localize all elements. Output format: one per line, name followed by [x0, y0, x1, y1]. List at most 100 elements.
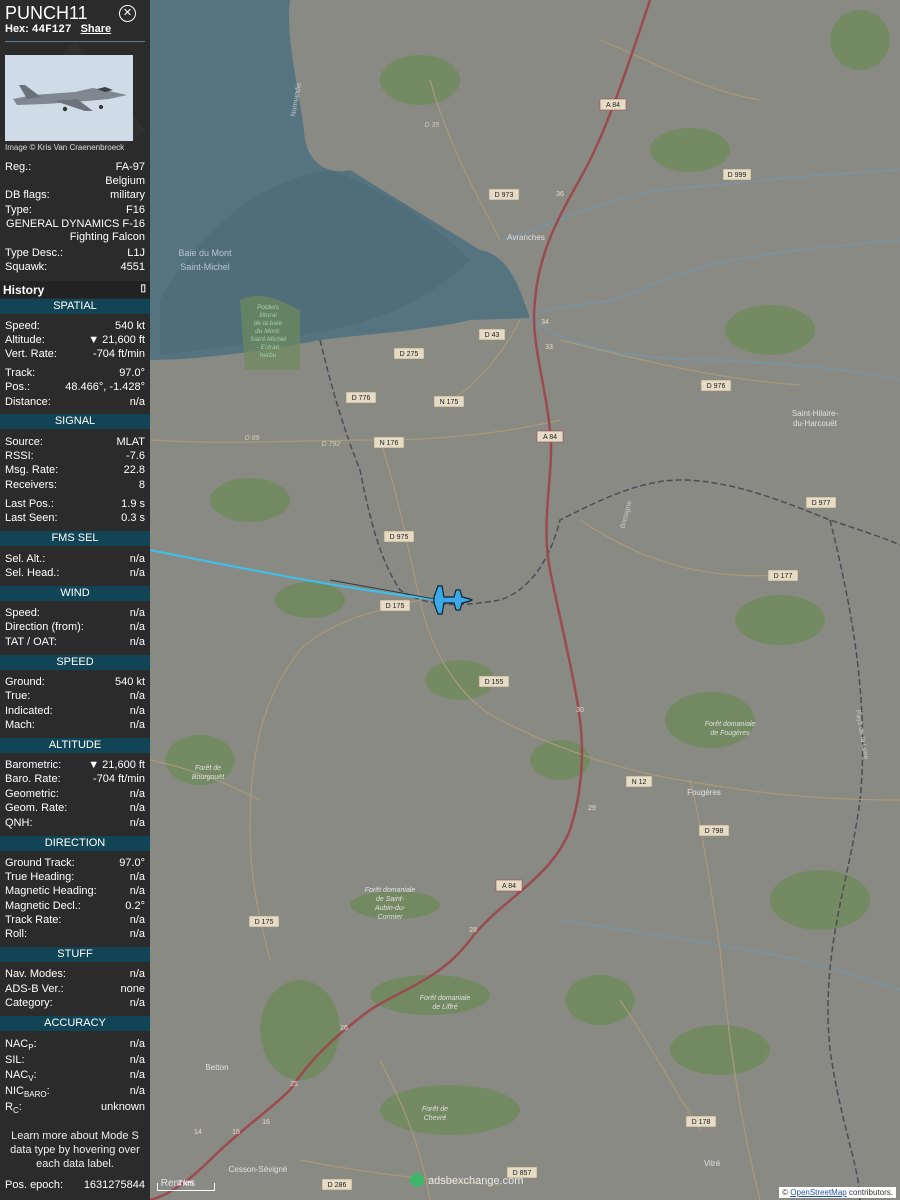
wind-tat-value: n/a [129, 636, 145, 648]
expand-icon[interactable]: ▯ [140, 283, 146, 294]
altitude-geom-rate-label: Geom. Rate: [5, 802, 68, 814]
spatial-distance-row: Distance: n/a [5, 396, 145, 410]
polders-line-2: littoral [259, 312, 277, 319]
history-label: History [3, 283, 45, 297]
label-saint-hilaire-1: Saint-Hilaire- [792, 409, 839, 418]
signal-last-seen-label: Last Seen: [5, 512, 58, 524]
polders-line-4: du Mont- [255, 328, 281, 335]
signal-last-pos-value: 1.9 s [121, 498, 145, 510]
road-shield: D 175 [248, 915, 280, 928]
nacp-sub: P [28, 1043, 34, 1053]
reg-label: Reg.: [5, 161, 32, 173]
history-toggle[interactable]: History ▯ [0, 281, 150, 298]
altitude-baro-label: Barometric: [5, 759, 62, 771]
type-label: Type: [5, 204, 32, 216]
road-shield: D 43 [478, 328, 506, 341]
polders-line-6: - Estran [257, 344, 280, 351]
altitude-geom-rate-row: Geom. Rate: n/a [5, 802, 145, 816]
accuracy-nacv-value: n/a [129, 1069, 145, 1081]
section-spatial: SPATIAL [0, 299, 150, 314]
wind-direction-row: Direction (from): n/a [5, 621, 145, 635]
signal-source-row: Source: MLAT [5, 436, 145, 450]
label-foret-fougeres-1: Forêt domaniale [705, 721, 756, 728]
pos-epoch-value: 1631275844 [83, 1179, 145, 1191]
direction-roll-label: Roll: [5, 928, 28, 940]
signal-source-label: Source: [5, 436, 43, 448]
nacv-main: NAC [5, 1069, 29, 1081]
section-wind: WIND [0, 586, 150, 601]
altitude-baro-rate-label: Baro. Rate: [5, 773, 61, 785]
attribution-suffix: contributors. [846, 1188, 893, 1197]
speed-mach-value: n/a [129, 719, 145, 731]
label-baie-line2: Saint-Michel [180, 262, 230, 272]
direction-track-rate-value: n/a [129, 914, 145, 926]
spatial-altitude-label: Altitude: [5, 334, 45, 346]
direction-ground-track-label: Ground Track: [5, 857, 75, 869]
type-desc-label: Type Desc.: [5, 247, 64, 259]
openstreetmap-link[interactable]: OpenStreetMap [790, 1188, 846, 1197]
stuff-nav-modes-value: n/a [129, 968, 145, 980]
exit-28: 28 [469, 927, 477, 934]
section-direction: DIRECTION [0, 836, 150, 851]
aircraft-photo[interactable] [5, 55, 133, 141]
direction-mag-decl-value: 0.2° [125, 900, 145, 912]
road-d798: D 798 [705, 828, 724, 835]
road-shield: D 177 [767, 569, 799, 582]
nicbaro-main: NIC [5, 1085, 24, 1097]
direction-true-heading-value: n/a [129, 871, 145, 883]
spatial-track-value: 97.0° [119, 367, 145, 379]
road-d155: D 155 [485, 679, 504, 686]
accuracy-nacp-row: NACP: n/a [5, 1038, 145, 1052]
label-foret-liffre-2: de Liffré [432, 1004, 457, 1011]
direction-mag-heading-row: Magnetic Heading: n/a [5, 885, 145, 899]
header: PUNCH11 ✕ Hex: 44F127 Share [0, 0, 150, 42]
road-shield: N 12 [625, 775, 653, 788]
label-fougeres: Fougères [687, 788, 721, 797]
map-view[interactable]: Baie du Mont Saint-Michel Normandie Avra… [150, 0, 900, 1200]
fms-sel-head-label: Sel. Head.: [5, 567, 60, 579]
speed-ground-label: Ground: [5, 676, 45, 688]
spatial-pos-row: Pos.: 48.466°, -1.428° [5, 381, 145, 395]
road-shield: D 976 [700, 379, 732, 392]
road-shield: D 973 [488, 188, 520, 201]
road-a84-2: A 84 [543, 434, 557, 441]
squawk-row: Squawk: 4551 [5, 261, 145, 275]
road-d178: D 178 [692, 1119, 711, 1126]
map-canvas[interactable]: Baie du Mont Saint-Michel Normandie Avra… [150, 0, 900, 1200]
speed-mach-label: Mach: [5, 719, 35, 731]
exit-34: 34 [541, 319, 549, 326]
signal-msg-rate-value: 22.8 [123, 464, 145, 476]
road-a84-3: A 84 [502, 883, 516, 890]
adsbexchange-logo-text: adsbexchange.com [428, 1175, 524, 1187]
road-d286: D 286 [328, 1182, 347, 1189]
close-icon[interactable]: ✕ [119, 5, 136, 22]
stuff-nav-modes-row: Nav. Modes: n/a [5, 968, 145, 982]
polders-line-3: de la baie [254, 320, 283, 327]
label-cesson: Cesson-Sévigné [229, 1165, 288, 1174]
direction-roll-row: Roll: n/a [5, 928, 145, 942]
altitude-baro-rate-value: -704 ft/min [93, 773, 145, 785]
type-desc-value: L1J [127, 247, 145, 259]
altitude-baro-rate-row: Baro. Rate: -704 ft/min [5, 773, 145, 787]
share-link[interactable]: Share [81, 23, 112, 35]
section-stuff: STUFF [0, 947, 150, 962]
accuracy-rc-value: unknown [100, 1101, 145, 1113]
squawk-label: Squawk: [5, 261, 48, 273]
section-speed: SPEED [0, 655, 150, 670]
road-shield: D 776 [345, 391, 377, 404]
wind-tat-label: TAT / OAT: [5, 636, 57, 648]
signal-rssi-value: -7.6 [126, 450, 145, 462]
label-foret-staubin-1: Forêt domaniale [365, 887, 416, 894]
road-shield: D 977 [805, 496, 837, 509]
accuracy-nacv-label: NACV: [5, 1069, 37, 1084]
direction-roll-value: n/a [129, 928, 145, 940]
adsbexchange-logo-icon [410, 1173, 424, 1187]
stuff-category-value: n/a [129, 997, 145, 1009]
wind-speed-label: Speed: [5, 607, 40, 619]
label-foret-liffre-1: Forêt domaniale [420, 995, 471, 1002]
section-signal: SIGNAL [0, 414, 150, 429]
spatial-distance-value: n/a [129, 396, 145, 408]
signal-last-seen-row: Last Seen: 0.3 s [5, 512, 145, 526]
accuracy-sil-row: SIL: n/a [5, 1054, 145, 1068]
learn-more-text: Learn more about Mode S data type by hov… [10, 1130, 140, 1170]
